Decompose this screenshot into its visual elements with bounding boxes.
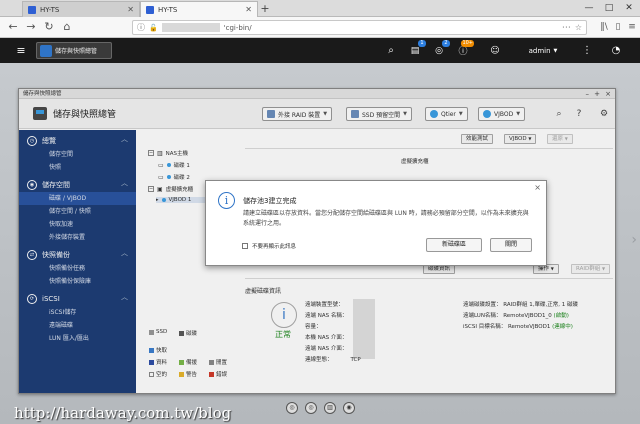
qnap-favicon-icon — [28, 5, 36, 14]
checkbox-label: 不要再顯示此訊息 — [252, 244, 297, 250]
notification-badge: 10+ — [461, 40, 474, 47]
chevron-down-icon: ▼ — [553, 47, 558, 54]
hamburger-icon[interactable]: ≡ — [626, 20, 638, 34]
watermark-text: http://hardaway.com.tw/blog — [14, 404, 232, 422]
close-window-button[interactable]: ✕ — [620, 0, 638, 16]
taskbar-app-label: 儲存與快照總管 — [55, 48, 98, 55]
minimize-button[interactable]: — — [580, 0, 598, 16]
event-badge: 2 — [442, 40, 450, 47]
dock-backup-icon[interactable]: ▥ — [324, 402, 336, 414]
close-tab-icon[interactable]: ✕ — [245, 5, 252, 14]
user-icon[interactable]: ☺ — [488, 42, 502, 59]
task-badge: 1 — [418, 40, 426, 47]
user-menu[interactable]: admin ▼ — [518, 42, 568, 59]
dock-apps-icon[interactable]: ◎ — [286, 402, 298, 414]
address-bar[interactable]: ⓘ 🔓 'cgi-bin/ ⋯ ☆ — [132, 20, 587, 35]
tab-label: HY-TS — [158, 5, 178, 14]
event-icon[interactable]: ◎ 2 — [432, 40, 450, 59]
info-icon[interactable]: ⓘ — [137, 22, 145, 33]
close-icon[interactable]: × — [534, 183, 541, 192]
dashboard-icon[interactable]: ◔ — [608, 42, 624, 59]
menu-icon[interactable]: ≡ — [14, 42, 28, 59]
insecure-lock-icon[interactable]: 🔓 — [149, 24, 158, 32]
new-volume-button[interactable]: 新磁碟區 — [426, 238, 482, 252]
back-icon[interactable]: ← — [6, 20, 20, 34]
library-icon[interactable]: ‖\ — [598, 20, 610, 34]
task-icon[interactable]: ▤ 1 — [408, 40, 426, 59]
dont-show-checkbox[interactable]: 不要再顯示此訊息 — [242, 242, 296, 250]
pool-created-dialog: × i 儲存池3建立完成 請建立磁碟區以存放資料。當您分配儲存空間給磁碟區與 L… — [205, 180, 547, 266]
maximize-button[interactable]: □ — [600, 0, 618, 16]
storage-app-icon — [40, 44, 52, 57]
dialog-title: 儲存池3建立完成 — [243, 197, 297, 205]
search-icon[interactable]: ⌕ — [384, 42, 398, 59]
browser-tab-bar: HY-TS ✕ HY-TS ✕ + — □ ✕ — [0, 0, 640, 17]
info-icon: i — [218, 192, 235, 209]
bookmark-star-icon[interactable]: ☆ — [575, 23, 582, 32]
browser-tab-2[interactable]: HY-TS ✕ — [140, 1, 258, 17]
tab-label: HY-TS — [40, 5, 60, 14]
qts-taskbar: ≡ 儲存與快照總管 ⌕ ▤ 1 ◎ 2 ⓘ 10+ ☺ admin ▼ ⋮ ◔ — [0, 38, 640, 63]
sidebar-icon[interactable]: ▯ — [612, 20, 624, 34]
notification-icon[interactable]: ⓘ 10+ — [456, 40, 474, 59]
forward-icon[interactable]: → — [24, 20, 38, 34]
checkbox-box[interactable] — [242, 243, 248, 249]
desktop-side-arrow-icon[interactable]: › — [631, 232, 637, 248]
desktop-footer: http://hardaway.com.tw/blog ◎ ◎ ▥ ◉ — [0, 394, 640, 424]
home-icon[interactable]: ⌂ — [60, 20, 74, 34]
more-icon[interactable]: ⋮ — [582, 42, 592, 59]
browser-tab-1[interactable]: HY-TS ✕ — [22, 1, 140, 17]
close-button[interactable]: 關閉 — [490, 238, 532, 252]
new-tab-button[interactable]: + — [258, 1, 272, 16]
browser-toolbar: ← → ↻ ⌂ ⓘ 🔓 'cgi-bin/ ⋯ ☆ ‖\ ▯ ≡ — [0, 17, 640, 38]
redacted-host — [161, 23, 220, 32]
close-tab-icon[interactable]: ✕ — [127, 5, 134, 14]
dock-link-icon[interactable]: ◉ — [343, 402, 355, 414]
page-actions-icon[interactable]: ⋯ — [562, 23, 571, 33]
dock-storage-icon[interactable]: ◎ — [305, 402, 317, 414]
taskbar-app-storage[interactable]: 儲存與快照總管 — [36, 42, 112, 59]
qnap-favicon-icon — [146, 5, 154, 14]
dialog-message: 請建立磁碟區以存放資料。當您分配儲存空間給磁碟區與 LUN 時，請務必預留部分空… — [243, 210, 529, 227]
reload-icon[interactable]: ↻ — [42, 20, 56, 34]
url-text: 'cgi-bin/ — [223, 23, 252, 32]
screen: HY-TS ✕ HY-TS ✕ + — □ ✕ ← → ↻ ⌂ ⓘ 🔓 'cgi… — [0, 0, 640, 424]
username: admin — [528, 46, 551, 55]
